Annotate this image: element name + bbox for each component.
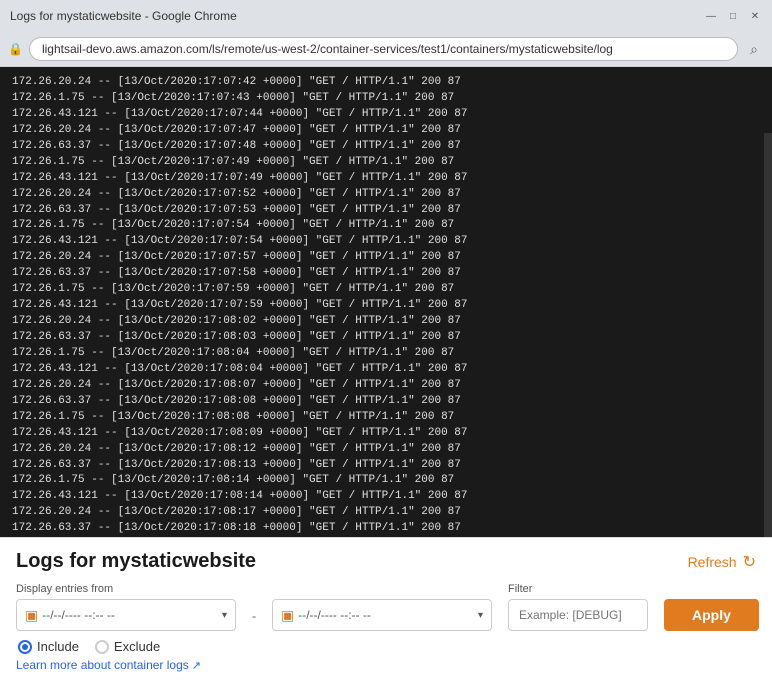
panel-header: Logs for mystaticwebsite Refresh ↻ [16, 550, 756, 573]
filter-input[interactable] [508, 599, 648, 631]
refresh-label: Refresh [688, 554, 737, 570]
date-from-input[interactable]: ▣ --/--/---- --:-- -- ▾ [16, 599, 236, 631]
url-input[interactable] [29, 37, 738, 61]
window-controls: — □ ✕ [704, 9, 762, 23]
calendar-to-icon: ▣ [281, 607, 294, 624]
scrollbar-track[interactable] [764, 133, 772, 537]
date-from-group: Display entries from ▣ --/--/---- --:-- … [16, 583, 236, 631]
log-terminal[interactable]: 172.26.20.24 -- [13/Oct/2020:17:07:42 +0… [0, 67, 772, 537]
include-label: Include [37, 639, 79, 654]
title-bar: Logs for mystaticwebsite - Google Chrome… [0, 0, 772, 32]
exclude-radio-button[interactable] [95, 640, 109, 654]
filter-label: Filter [508, 583, 648, 595]
search-icon[interactable]: ⌕ [744, 39, 764, 59]
panel-title: Logs for mystaticwebsite [16, 550, 256, 573]
close-button[interactable]: ✕ [748, 9, 762, 23]
external-link-icon: ↗ [192, 659, 201, 672]
refresh-button[interactable]: Refresh ↻ [688, 552, 756, 572]
date-to-input[interactable]: ▣ --/--/---- --:-- -- ▾ [272, 599, 492, 631]
apply-button[interactable]: Apply [664, 599, 759, 631]
radio-row: Include Exclude [18, 639, 756, 654]
include-radio-button[interactable] [18, 640, 32, 654]
terminal-wrapper: 172.26.20.24 -- [13/Oct/2020:17:07:42 +0… [0, 67, 772, 537]
chevron-down-icon-to: ▾ [478, 610, 483, 621]
browser-title: Logs for mystaticwebsite - Google Chrome [10, 9, 237, 23]
exclude-label: Exclude [114, 639, 160, 654]
minimize-button[interactable]: — [704, 9, 718, 23]
date-from-label: Display entries from [16, 583, 236, 595]
apply-btn-wrapper: Apply [664, 599, 759, 631]
exclude-radio-option[interactable]: Exclude [95, 639, 160, 654]
bottom-panel: Logs for mystaticwebsite Refresh ↻ Displ… [0, 537, 772, 690]
address-bar: 🔒 ⌕ [0, 32, 772, 66]
date-to-value: --/--/---- --:-- -- [298, 608, 474, 622]
date-from-value: --/--/---- --:-- -- [42, 608, 218, 622]
calendar-from-icon: ▣ [25, 607, 38, 624]
learn-more-link[interactable]: Learn more about container logs ↗ [16, 658, 201, 672]
maximize-button[interactable]: □ [726, 9, 740, 23]
date-to-group: to ▣ --/--/---- --:-- -- ▾ [272, 583, 492, 631]
learn-more-text: Learn more about container logs [16, 658, 189, 672]
filter-group: Filter [508, 583, 648, 631]
include-radio-option[interactable]: Include [18, 639, 79, 654]
date-range-dash: - [252, 609, 256, 631]
refresh-icon: ↻ [743, 552, 756, 572]
lock-icon: 🔒 [8, 42, 23, 56]
chevron-down-icon: ▾ [222, 610, 227, 621]
browser-chrome: Logs for mystaticwebsite - Google Chrome… [0, 0, 772, 67]
controls-row: Display entries from ▣ --/--/---- --:-- … [16, 583, 756, 631]
